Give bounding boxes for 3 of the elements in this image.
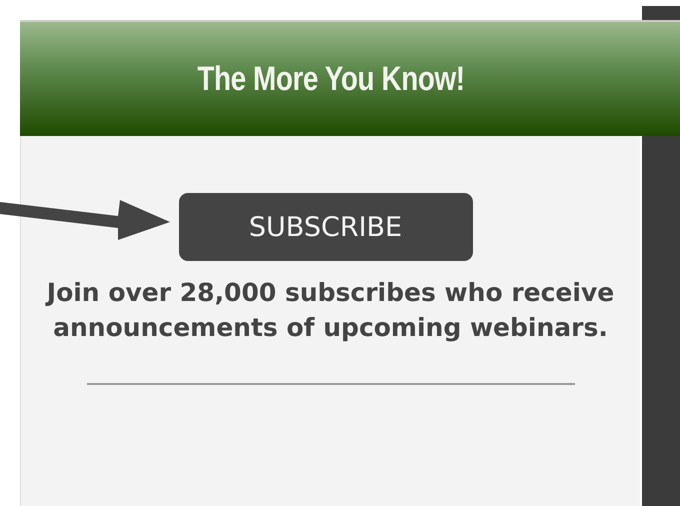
widget-title: The More You Know!	[197, 60, 465, 98]
description-text: Join over 28,000 subscribes who receive announcements of upcoming webinars.	[44, 277, 616, 344]
subscribe-button[interactable]: SUBSCRIBE	[178, 193, 472, 261]
